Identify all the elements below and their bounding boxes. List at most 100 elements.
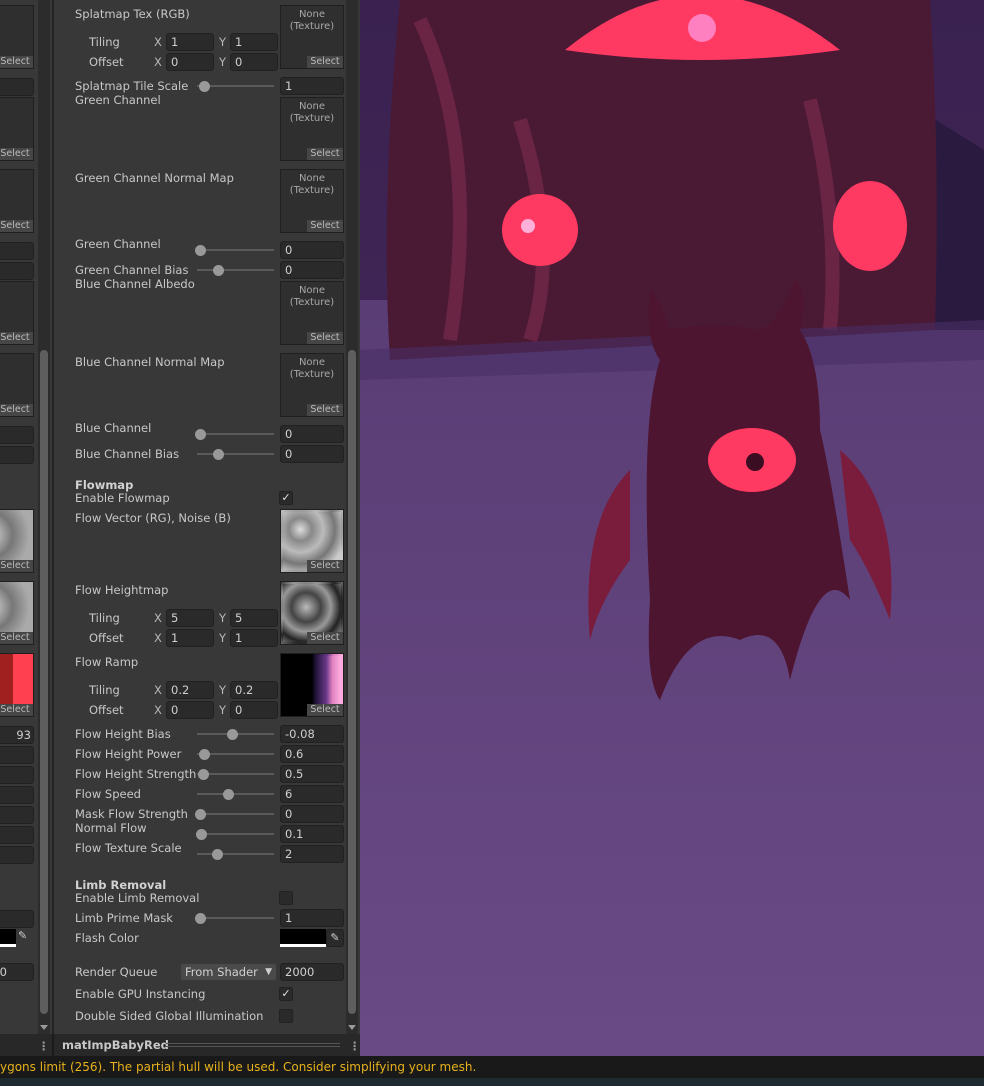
render-queue-dropdown[interactable]: From Shader ▼	[180, 963, 277, 981]
slider-handle[interactable]	[197, 769, 209, 780]
y-field[interactable]: 1	[230, 629, 278, 647]
texture-slot[interactable]: Select	[0, 97, 34, 161]
value-field[interactable]	[0, 910, 34, 928]
slider-handle[interactable]	[212, 449, 224, 460]
texture-slot[interactable]: Select	[280, 509, 344, 573]
value-field[interactable]: 0	[280, 261, 344, 279]
slider-track[interactable]	[197, 249, 274, 251]
slider-handle[interactable]	[196, 829, 208, 840]
x-field[interactable]: 0.2	[166, 681, 214, 699]
value-field[interactable]: 0	[280, 805, 344, 823]
texture-slot[interactable]: Select	[0, 509, 34, 573]
color-field[interactable]	[0, 929, 16, 947]
scroll-down-arrow-icon[interactable]	[40, 1025, 48, 1030]
checkbox[interactable]	[279, 891, 293, 905]
texture-slot[interactable]: Select	[0, 5, 34, 69]
value-field[interactable]	[0, 786, 34, 804]
value-field[interactable]: 6	[280, 785, 344, 803]
x-field[interactable]: 1	[166, 33, 214, 51]
slider-track[interactable]	[197, 269, 274, 271]
value-field[interactable]	[0, 826, 34, 844]
more-options-icon[interactable]: ⋮	[38, 1039, 50, 1053]
value-field[interactable]: 2	[280, 845, 344, 863]
slider-handle[interactable]	[195, 245, 206, 256]
slider-handle[interactable]	[198, 81, 210, 92]
value-field[interactable]	[0, 446, 34, 464]
slider-handle[interactable]	[195, 809, 206, 820]
value-field[interactable]: 0.5	[280, 765, 344, 783]
y-field[interactable]: 0	[230, 53, 278, 71]
select-texture-button[interactable]: Select	[307, 560, 343, 572]
texture-slot[interactable]: Select	[0, 353, 34, 417]
x-field[interactable]: 0	[166, 53, 214, 71]
value-field[interactable]: 0	[0, 963, 34, 981]
value-field[interactable]	[0, 242, 34, 260]
texture-slot[interactable]: Select	[0, 281, 34, 345]
value-field[interactable]	[0, 766, 34, 784]
value-field[interactable]: 0.1	[280, 825, 344, 843]
slider-handle[interactable]	[223, 789, 234, 800]
value-field[interactable]	[0, 806, 34, 824]
slider-track[interactable]	[197, 813, 274, 815]
eyedropper-icon[interactable]: ✎	[18, 929, 27, 942]
x-field[interactable]: 0	[166, 701, 214, 719]
value-field[interactable]: 0	[280, 445, 344, 463]
value-field[interactable]	[0, 262, 34, 280]
checkbox[interactable]	[279, 1009, 293, 1023]
render-queue-field[interactable]: 2000	[280, 963, 344, 981]
x-field[interactable]: 5	[166, 609, 214, 627]
select-texture-button[interactable]: Select	[307, 704, 343, 716]
checkbox[interactable]: ✓	[279, 491, 293, 505]
slider-track[interactable]	[197, 853, 274, 855]
value-field[interactable]	[0, 426, 34, 444]
texture-slot[interactable]: None (Texture) Select	[280, 97, 344, 161]
more-options-icon[interactable]: ⋮	[349, 1039, 361, 1053]
texture-slot[interactable]: None (Texture) Select	[280, 281, 344, 345]
texture-slot[interactable]: None (Texture) Select	[280, 353, 344, 417]
checkbox[interactable]: ✓	[279, 987, 293, 1001]
texture-slot[interactable]: None (Texture) Select	[280, 5, 344, 69]
value-field[interactable]: -0.08	[280, 725, 344, 743]
texture-slot[interactable]: Select	[0, 169, 34, 233]
select-texture-button[interactable]: Select	[0, 332, 33, 344]
select-texture-button[interactable]: Select	[0, 148, 33, 160]
slider-track[interactable]	[197, 453, 274, 455]
eyedropper-icon[interactable]: ✎	[326, 929, 344, 947]
value-field[interactable]: 0	[280, 241, 344, 259]
x-field[interactable]: 1	[166, 629, 214, 647]
slider-track[interactable]	[197, 917, 274, 919]
select-texture-button[interactable]: Select	[0, 632, 33, 644]
select-texture-button[interactable]: Select	[307, 632, 343, 644]
slider-handle[interactable]	[211, 849, 223, 860]
texture-slot[interactable]: Select	[0, 581, 34, 645]
texture-slot[interactable]: Select	[280, 581, 344, 645]
select-texture-button[interactable]: Select	[0, 560, 33, 572]
slider-track[interactable]	[197, 433, 274, 435]
texture-slot[interactable]: Select	[280, 653, 344, 717]
value-field[interactable]	[0, 846, 34, 864]
select-texture-button[interactable]: Select	[0, 704, 33, 716]
y-field[interactable]: 0	[230, 701, 278, 719]
value-field[interactable]	[0, 746, 34, 764]
slider-track[interactable]	[197, 793, 274, 795]
y-field[interactable]: 1	[230, 33, 278, 51]
select-texture-button[interactable]: Select	[307, 56, 343, 68]
color-field[interactable]	[280, 929, 326, 947]
y-field[interactable]: 0.2	[230, 681, 278, 699]
y-field[interactable]: 5	[230, 609, 278, 627]
value-field[interactable]: 1	[280, 77, 344, 95]
value-field[interactable]: 0	[280, 425, 344, 443]
scroll-down-arrow-icon[interactable]	[348, 1025, 356, 1030]
value-field[interactable]: 93	[0, 726, 34, 744]
texture-slot[interactable]: Select	[0, 653, 34, 717]
slider-track[interactable]	[197, 833, 274, 835]
slider-handle[interactable]	[212, 265, 224, 276]
slider-handle[interactable]	[195, 913, 206, 924]
scene-view[interactable]	[360, 0, 984, 1056]
value-field[interactable]	[0, 78, 34, 96]
select-texture-button[interactable]: Select	[307, 148, 343, 160]
select-texture-button[interactable]: Select	[0, 220, 33, 232]
texture-slot[interactable]: None (Texture) Select	[280, 169, 344, 233]
slider-handle[interactable]	[195, 429, 206, 440]
slider-handle[interactable]	[199, 749, 211, 760]
